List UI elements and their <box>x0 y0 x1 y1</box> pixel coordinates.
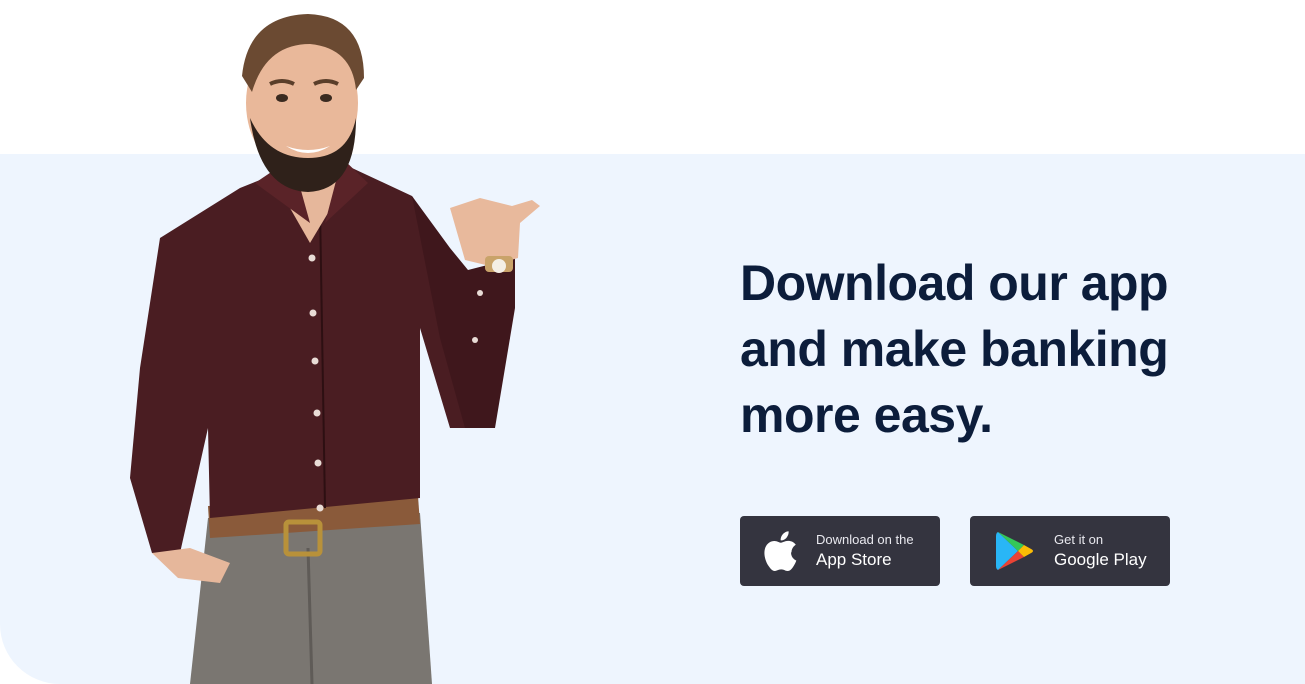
google-play-button[interactable]: Get it on Google Play <box>970 516 1170 586</box>
google-play-text: Get it on Google Play <box>1054 532 1147 572</box>
man-pointing-image <box>130 14 540 684</box>
headline-line-3: more easy. <box>740 387 993 443</box>
headline-line-1: Download our app <box>740 255 1169 311</box>
google-play-big-label: Google Play <box>1054 550 1147 569</box>
google-play-small-label: Get it on <box>1054 532 1104 547</box>
app-store-button[interactable]: Download on the App Store <box>740 516 940 586</box>
google-play-icon <box>996 532 1033 570</box>
apple-icon <box>764 531 797 572</box>
app-store-text: Download on the App Store <box>816 532 914 572</box>
app-store-big-label: App Store <box>816 550 892 569</box>
headline-line-2: and make banking <box>740 321 1169 377</box>
page-title: Download our app and make banking more e… <box>740 250 1260 448</box>
app-store-small-label: Download on the <box>816 532 914 547</box>
